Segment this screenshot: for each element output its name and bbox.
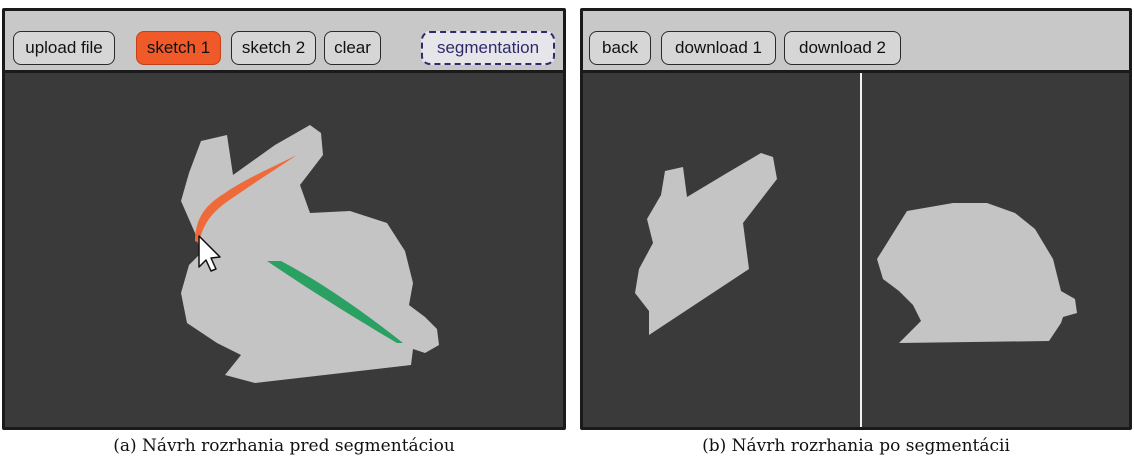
back-button[interactable]: back [589, 31, 651, 65]
download-2-button[interactable]: download 2 [784, 31, 901, 65]
panel-before-segmentation: upload file sketch 1 sketch 2 clear segm… [2, 8, 566, 430]
segmentation-button[interactable]: segmentation [421, 31, 555, 65]
sketch-2-button[interactable]: sketch 2 [231, 31, 316, 65]
panel-after-segmentation: back download 1 download 2 [580, 8, 1132, 430]
caption-b: (b) Návrh rozrhania po segmentácii [702, 436, 1010, 456]
result-canvas [583, 73, 1129, 427]
sketch-1-button[interactable]: sketch 1 [136, 31, 221, 65]
toolbar: back download 1 download 2 [583, 11, 1129, 73]
split-divider[interactable] [860, 73, 862, 427]
caption-a: (a) Návrh rozrhania pred segmentáciou [113, 436, 455, 456]
upload-file-button[interactable]: upload file [13, 31, 115, 65]
clear-button[interactable]: clear [324, 31, 381, 65]
download-1-button[interactable]: download 1 [661, 31, 776, 65]
toolbar: upload file sketch 1 sketch 2 clear segm… [5, 11, 563, 73]
segment-1-model [635, 153, 777, 335]
drawing-canvas[interactable] [5, 73, 563, 427]
bunny-model [181, 125, 439, 383]
segment-2-model [877, 203, 1077, 343]
